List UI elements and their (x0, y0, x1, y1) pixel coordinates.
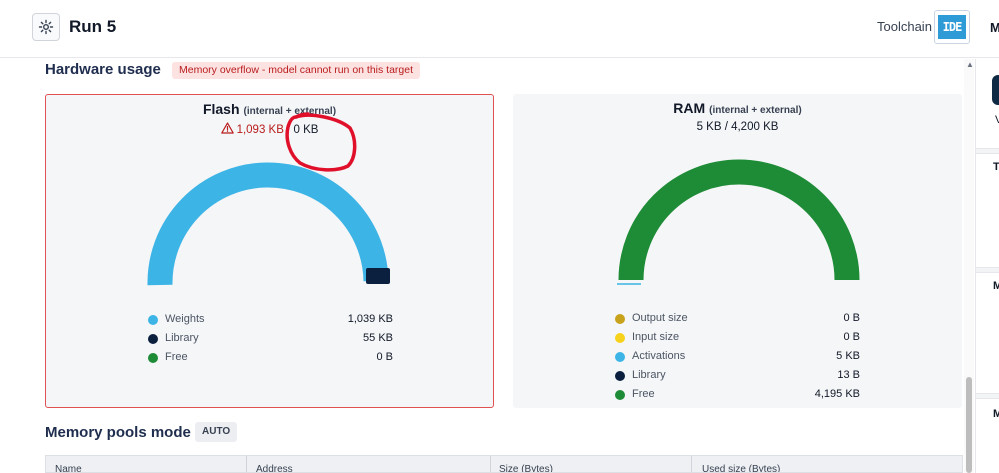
flash-gauge-library-segment (366, 268, 390, 284)
legend-dot (615, 333, 625, 343)
top-bar: Run 5 Toolchain IDE M (0, 0, 999, 58)
scroll-up-icon[interactable]: ▲ (966, 60, 974, 69)
legend-row: Free 4,195 KB (614, 386, 860, 405)
legend-label: Free (165, 351, 188, 363)
flash-usage: 1,093 KB / 0 KB (46, 122, 493, 136)
legend-value: 5 KB (836, 350, 860, 362)
page-title: Run 5 (69, 17, 117, 36)
legend-dot (148, 334, 158, 344)
flash-gauge-weights-arc (147, 162, 389, 286)
column-separator (691, 456, 692, 472)
warning-triangle-icon (220, 122, 234, 134)
column-header-name[interactable]: Name (55, 464, 82, 472)
legend-value: 13 B (837, 369, 860, 381)
side-panel-heading: T (993, 161, 999, 173)
flash-title: Flash (internal + external) (46, 101, 493, 117)
side-panel-divider (976, 393, 999, 399)
side-panel-divider (976, 148, 999, 154)
legend-row: Free 0 B (147, 349, 393, 368)
ram-gauge (617, 159, 860, 285)
flash-title-text: Flash (202, 101, 240, 117)
ram-subtitle: (internal + external) (709, 105, 802, 116)
legend-dot (148, 353, 158, 363)
flash-gauge (147, 162, 390, 286)
legend-row: Library 55 KB (147, 330, 393, 349)
ide-logo-icon: IDE (938, 15, 966, 39)
gear-icon (38, 19, 54, 35)
side-panel-label: V (995, 114, 999, 126)
right-side-panel: V T M M (975, 59, 999, 473)
legend-row: Output size 0 B (614, 310, 860, 329)
ram-card: RAM (internal + external) 5 KB / 4,200 KB… (513, 94, 962, 408)
legend-value: 1,039 KB (347, 313, 393, 325)
legend-value: 0 B (843, 331, 860, 343)
legend-value: 55 KB (363, 332, 393, 344)
memory-overflow-badge: Memory overflow - model cannot run on th… (172, 62, 421, 79)
legend-row: Input size 0 B (614, 329, 860, 348)
side-panel-heading: M (993, 280, 999, 292)
legend-row: Library 13 B (614, 367, 860, 386)
flash-legend: Weights 1,039 KB Library 55 KB Free 0 B (147, 311, 393, 368)
legend-dot (615, 371, 625, 381)
ram-usage: 5 KB / 4,200 KB (696, 121, 779, 133)
legend-label: Input size (632, 331, 680, 343)
legend-row: Weights 1,039 KB (147, 311, 393, 330)
legend-value: 0 B (843, 312, 860, 324)
settings-button[interactable] (32, 13, 60, 41)
hardware-usage-title: Hardware usage (45, 61, 161, 78)
flash-subtitle: (internal + external) (243, 106, 337, 117)
legend-label: Activations (632, 350, 686, 362)
column-header-address[interactable]: Address (256, 464, 293, 472)
toolchain-label: Toolchain (877, 19, 932, 34)
legend-value: 0 B (376, 351, 393, 363)
legend-dot (148, 315, 158, 325)
legend-dot (615, 352, 625, 362)
pools-table-header: Name Address Size (Bytes) Used size (Byt… (45, 455, 963, 473)
ide-button[interactable]: IDE (934, 10, 970, 44)
memory-pools-title: Memory pools mode (45, 424, 191, 441)
scrollbar-thumb[interactable] (966, 377, 972, 473)
legend-value: 4,195 KB (814, 388, 860, 400)
column-separator (246, 456, 247, 472)
side-panel-heading: M (993, 408, 999, 420)
cut-menu-item[interactable]: M (990, 20, 999, 35)
ram-title-text: RAM (673, 100, 706, 116)
legend-label: Library (165, 332, 199, 344)
side-panel-button[interactable] (992, 75, 999, 105)
ram-legend: Output size 0 B Input size 0 B Activatio… (614, 310, 860, 405)
legend-label: Output size (632, 312, 688, 324)
column-header-size[interactable]: Size (Bytes) (499, 464, 553, 472)
column-header-used-size[interactable]: Used size (Bytes) (702, 464, 780, 472)
flash-card: Flash (internal + external) 1,093 KB / 0 … (45, 94, 494, 408)
legend-dot (615, 314, 625, 324)
legend-dot (615, 390, 625, 400)
flash-used-value: 1,093 KB (236, 124, 284, 136)
column-separator (490, 456, 491, 472)
legend-label: Free (632, 388, 655, 400)
side-panel-divider (976, 267, 999, 273)
ram-gauge-free-arc (618, 159, 860, 281)
legend-label: Weights (165, 313, 205, 325)
legend-row: Activations 5 KB (614, 348, 860, 367)
flash-total-value: 0 KB (293, 124, 319, 136)
pools-mode-badge: AUTO (195, 422, 238, 442)
ram-title: RAM (internal + external) (513, 100, 962, 116)
legend-label: Library (632, 369, 666, 381)
